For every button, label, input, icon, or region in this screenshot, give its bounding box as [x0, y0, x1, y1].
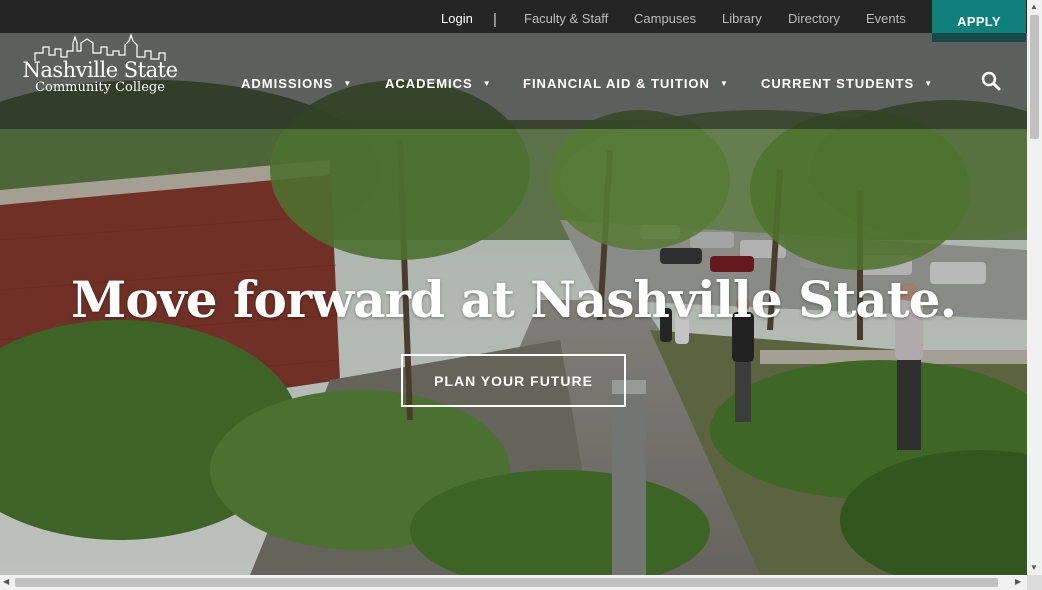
nav-admissions[interactable]: ADMISSIONS ▼ — [241, 76, 352, 91]
logo-title: Nashville State — [22, 58, 178, 82]
nav-financial-aid[interactable]: FINANCIAL AID & TUITION ▼ — [523, 76, 729, 91]
caret-down-icon: ▼ — [482, 79, 492, 88]
vertical-scroll-thumb[interactable] — [1030, 15, 1039, 139]
utility-bar: Login | Faculty & Staff Campuses Library… — [0, 0, 1027, 33]
scroll-up-icon[interactable]: ▲ — [1030, 2, 1038, 11]
caret-down-icon: ▼ — [343, 79, 353, 88]
vertical-scrollbar[interactable]: ▲ ▼ — [1027, 0, 1042, 575]
caret-down-icon: ▼ — [924, 79, 934, 88]
caret-down-icon: ▼ — [719, 79, 729, 88]
horizontal-scrollbar[interactable]: ◀ ▶ — [0, 575, 1027, 590]
nav-academics-label: ACADEMICS — [385, 76, 473, 91]
nav-current-students-label: CURRENT STUDENTS — [761, 76, 915, 91]
events-link[interactable]: Events — [866, 11, 906, 26]
nav-financial-aid-label: FINANCIAL AID & TUITION — [523, 76, 710, 91]
nav-academics[interactable]: ACADEMICS ▼ — [385, 76, 492, 91]
campuses-link[interactable]: Campuses — [634, 11, 696, 26]
library-link[interactable]: Library — [722, 11, 762, 26]
scroll-right-icon[interactable]: ▶ — [1015, 577, 1021, 586]
scroll-down-icon[interactable]: ▼ — [1030, 563, 1038, 572]
college-logo[interactable]: Nashville State Community College — [15, 33, 185, 99]
utility-separator: | — [493, 11, 497, 28]
scrollbar-corner — [1027, 575, 1042, 590]
nav-current-students[interactable]: CURRENT STUDENTS ▼ — [761, 76, 933, 91]
faculty-staff-link[interactable]: Faculty & Staff — [524, 11, 608, 26]
login-link[interactable]: Login — [441, 11, 473, 26]
logo-subtitle: Community College — [35, 80, 165, 95]
search-icon[interactable] — [981, 71, 1001, 91]
horizontal-scroll-thumb[interactable] — [15, 578, 998, 587]
plan-your-future-button[interactable]: PLAN YOUR FUTURE — [401, 354, 626, 407]
hero-headline: Move forward at Nashville State. — [71, 270, 957, 329]
directory-link[interactable]: Directory — [788, 11, 840, 26]
scroll-left-icon[interactable]: ◀ — [3, 577, 9, 586]
nav-admissions-label: ADMISSIONS — [241, 76, 334, 91]
